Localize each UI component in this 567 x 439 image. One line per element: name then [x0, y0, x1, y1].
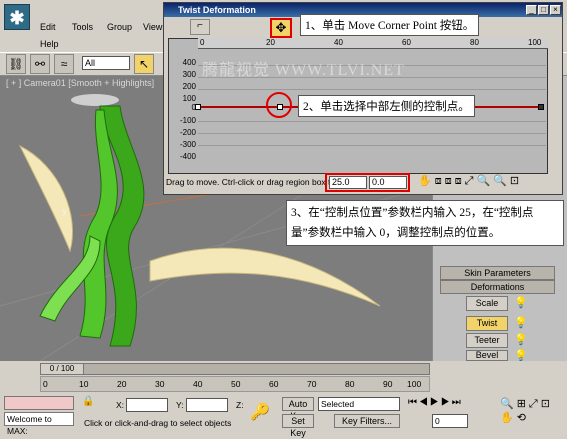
- grid-line: [198, 133, 546, 134]
- viewport-label[interactable]: [ + ] Camera01 [Smooth + Highlights]: [6, 78, 154, 88]
- y-tick: 100: [182, 94, 196, 103]
- x-field[interactable]: [126, 398, 168, 412]
- control-point-end[interactable]: [538, 104, 544, 110]
- highlight-circle: [266, 92, 292, 118]
- teeter-button[interactable]: Teeter: [466, 333, 508, 348]
- menu-group[interactable]: Group: [107, 22, 132, 36]
- prompt-hint: Click or click-and-drag to select object…: [84, 418, 232, 428]
- twist-bulb-icon[interactable]: 💡: [514, 316, 528, 330]
- point-amount-input[interactable]: 0.0: [369, 176, 407, 189]
- minimize-icon[interactable]: _: [526, 5, 537, 15]
- skin-parameters-rollout[interactable]: Skin Parameters: [440, 266, 555, 280]
- ruler-tick: 20: [266, 38, 275, 47]
- scale-bulb-icon[interactable]: 💡: [514, 296, 528, 310]
- bind-space-warp-icon[interactable]: ≈: [54, 54, 74, 74]
- callout-step3: 3、在“控制点位置”参数栏内输入 25，在“控制点量”参数栏中输入 0，调整控制…: [286, 200, 564, 246]
- scale-button[interactable]: Scale: [466, 296, 508, 311]
- tick-label: 100: [407, 379, 422, 389]
- bevel-button[interactable]: Bevel: [466, 350, 508, 361]
- time-slider[interactable]: [40, 363, 430, 375]
- tick-label: 40: [193, 379, 203, 389]
- view-tools[interactable]: ✋⧈⧈⧈⤢🔍🔍⊡: [418, 174, 558, 190]
- selection-filter-dropdown[interactable]: All: [82, 56, 130, 70]
- x-label: X:: [116, 400, 125, 410]
- ruler-tick: 60: [402, 38, 411, 47]
- y-tick: -200: [179, 128, 196, 137]
- track-ticks: 0 10 20 30 40 50 60 70 80 90 100: [40, 376, 430, 392]
- key-mode-dropdown[interactable]: Selected: [318, 397, 400, 411]
- y-field[interactable]: [186, 398, 228, 412]
- callout-step1: 1、单击 Move Corner Point 按钮。: [300, 14, 480, 36]
- playback-controls[interactable]: ⏮◀▶▶⏭: [408, 397, 498, 411]
- close-icon[interactable]: ×: [550, 5, 561, 15]
- y-tick: 400: [182, 58, 196, 67]
- grid-line: [198, 121, 546, 122]
- deformations-rollout[interactable]: Deformations: [440, 280, 555, 294]
- tick-label: 30: [155, 379, 165, 389]
- lock-icon[interactable]: 🔒: [82, 396, 94, 410]
- tick-label: 10: [79, 379, 89, 389]
- tick-label: 0: [43, 379, 48, 389]
- tick-label: 60: [269, 379, 279, 389]
- tick-label: 80: [345, 379, 355, 389]
- set-key-button[interactable]: Set Key: [282, 414, 314, 438]
- grid-line: [198, 89, 546, 90]
- ruler-tick: 80: [470, 38, 479, 47]
- select-object-icon[interactable]: ↖: [134, 54, 154, 74]
- menu-tools[interactable]: Tools: [72, 22, 93, 36]
- pot-rim: [71, 94, 119, 106]
- watermark: 腾龍视觉 WWW.TLVI.NET: [202, 62, 405, 79]
- link-icon[interactable]: ⛓: [6, 54, 26, 74]
- app-logo-icon[interactable]: ✱: [4, 4, 30, 30]
- menu-edit[interactable]: Edit: [40, 22, 56, 36]
- ruler-tick: 40: [334, 38, 343, 47]
- listener-top[interactable]: [4, 396, 74, 410]
- move-corner-point-icon[interactable]: ✥: [270, 18, 292, 38]
- axis-y-label: y: [62, 206, 67, 216]
- y-label: Y:: [176, 400, 184, 410]
- ruler-tick: 100: [528, 38, 542, 47]
- control-point-start[interactable]: [195, 104, 201, 110]
- twist-button[interactable]: Twist: [466, 316, 508, 331]
- menu-help[interactable]: Help: [40, 39, 59, 53]
- y-tick: -300: [179, 140, 196, 149]
- key-filters-button[interactable]: Key Filters...: [334, 414, 400, 428]
- z-label: Z:: [236, 400, 244, 410]
- tick-label: 50: [231, 379, 241, 389]
- y-tick: 0: [191, 103, 196, 112]
- maximize-icon[interactable]: □: [538, 5, 549, 15]
- maxscript-listener[interactable]: Welcome to MAX:: [4, 412, 74, 436]
- tick-label: 90: [383, 379, 393, 389]
- current-frame-input[interactable]: 0: [432, 414, 468, 428]
- tick-label: 70: [307, 379, 317, 389]
- tick-label: 20: [117, 379, 127, 389]
- y-tick: -100: [179, 116, 196, 125]
- graph-ruler: 0 20 40 60 80 100: [198, 38, 548, 49]
- y-tick: 200: [182, 82, 196, 91]
- insert-corner-point-icon[interactable]: ⌐: [190, 19, 210, 35]
- ruler-tick: 0: [200, 38, 205, 47]
- y-tick: -400: [179, 152, 196, 161]
- viewport-nav-controls[interactable]: 🔍⊞⤢⊡✋⟲: [500, 397, 564, 431]
- auto-key-button[interactable]: Auto Key: [282, 397, 314, 421]
- callout-step2: 2、单击选择中部左侧的控制点。: [298, 95, 475, 117]
- grid-line: [198, 145, 546, 146]
- leaf-right: [149, 247, 381, 307]
- key-icon[interactable]: 🔑: [250, 402, 276, 421]
- frame-counter[interactable]: 0 / 100: [40, 363, 84, 375]
- leaf-left: [18, 144, 74, 253]
- unlink-icon[interactable]: ⚯: [30, 54, 50, 74]
- y-tick: 300: [182, 70, 196, 79]
- teeter-bulb-icon[interactable]: 💡: [514, 333, 528, 347]
- point-position-input[interactable]: 25.0: [329, 176, 367, 189]
